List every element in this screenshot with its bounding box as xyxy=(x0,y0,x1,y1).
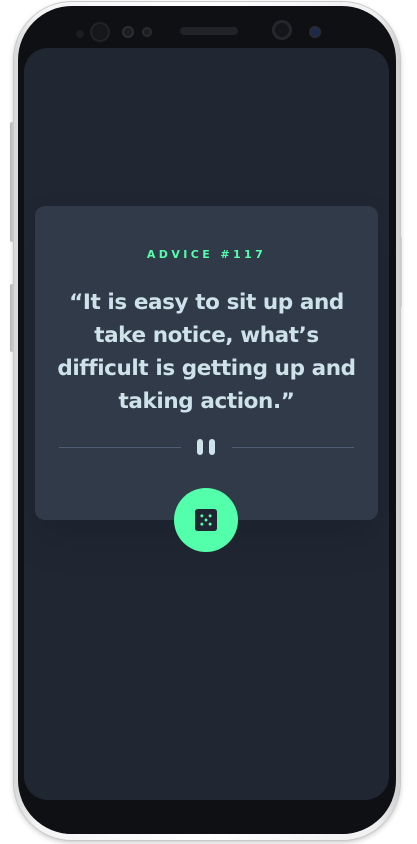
app-screen: ADVICE #117 “It is easy to sit up and ta… xyxy=(24,48,389,800)
advice-card: ADVICE #117 “It is easy to sit up and ta… xyxy=(35,206,378,520)
new-advice-button[interactable] xyxy=(174,488,238,552)
dice-icon xyxy=(195,509,217,531)
secondary-camera-icon xyxy=(272,20,292,40)
pattern-divider xyxy=(59,438,354,456)
proximity-sensor-icon xyxy=(76,30,84,38)
divider-line-left xyxy=(59,447,181,448)
phone-front: ADVICE #117 “It is easy to sit up and ta… xyxy=(18,6,396,834)
divider-line-right xyxy=(232,447,354,448)
light-sensor-icon xyxy=(142,27,152,37)
phone-chin xyxy=(18,800,396,834)
iris-sensor-icon xyxy=(122,26,134,38)
led-indicator-icon xyxy=(309,26,321,38)
earpiece-speaker xyxy=(180,27,238,35)
front-camera-icon xyxy=(90,22,110,42)
advice-quote: “It is easy to sit up and take notice, w… xyxy=(57,290,356,414)
device-frame: ADVICE #117 “It is easy to sit up and ta… xyxy=(0,0,417,844)
advice-id-label: ADVICE #117 xyxy=(146,248,267,261)
pause-icon xyxy=(197,439,217,455)
